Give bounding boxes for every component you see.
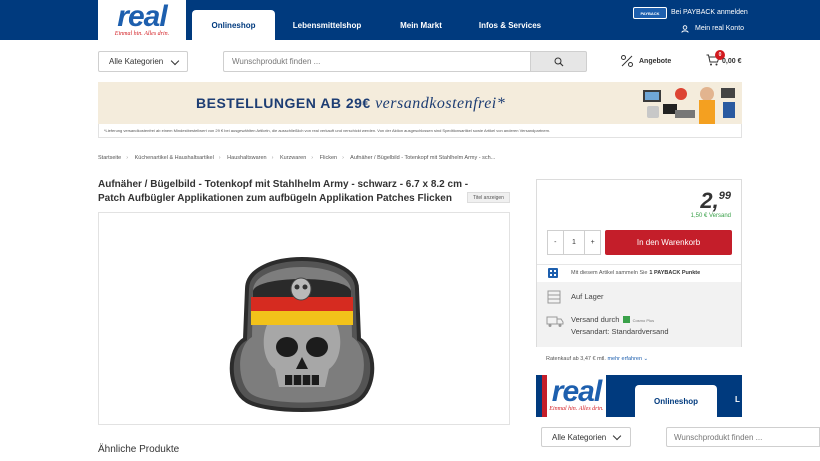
shipping-cost: 1,50 € Versand: [690, 213, 731, 219]
chevron-right-icon: ›: [218, 155, 221, 161]
seller-logo-text[interactable]: Cosmo Plus: [633, 318, 655, 323]
chevron-down-icon: [170, 56, 180, 66]
search-input[interactable]: Wunschprodukt finden ...: [223, 51, 530, 72]
skull-helmet-patch-image: [229, 257, 375, 412]
search-input-sticky[interactable]: Wunschprodukt finden ...: [666, 427, 820, 447]
shipping-type: Versandart: Standardversand: [571, 327, 669, 336]
truck-icon: [546, 316, 564, 327]
tab-lebensmittelshop[interactable]: Lebensmittelshop: [281, 11, 373, 40]
promo-banner[interactable]: BESTELLUNGEN AB 29€ versandkostenfrei*: [98, 82, 742, 124]
show-title-button[interactable]: Titel anzeigen: [467, 192, 510, 203]
payback-points: 1 PAYBACK Punkte: [649, 270, 701, 276]
chevron-right-icon: ›: [271, 155, 274, 161]
availability-panel: Auf Lager Versand durch Cosmo Plus Versa…: [537, 282, 741, 347]
payback-points-row: Mit diesem Artikel sammeln Sie 1 PAYBACK…: [537, 264, 741, 281]
breadcrumb-current: Aufnäher / Bügelbild - Totenkopf mit Sta…: [350, 155, 496, 161]
chevron-right-icon: ›: [126, 155, 129, 161]
breadcrumb-item[interactable]: Kurzwaren: [280, 155, 306, 161]
qty-input[interactable]: 1: [562, 231, 586, 254]
ad-logo-tagline: Einmal hin. Alles drin.: [549, 406, 604, 412]
tab-onlineshop[interactable]: Onlineshop: [192, 10, 275, 41]
cart-total[interactable]: 0,00 €: [722, 58, 741, 65]
breadcrumb-item[interactable]: Küchenartikel & Haushaltsartikel: [135, 155, 214, 161]
payback-login-link[interactable]: Bei PAYBACK anmelden: [671, 9, 748, 16]
breadcrumb-item[interactable]: Haushaltswaren: [227, 155, 266, 161]
tab-infos-services[interactable]: Infos & Services: [470, 11, 550, 40]
category-select-value: Alle Kategorien: [109, 57, 164, 66]
banner-footnote: *Lieferung versandkostenfrei ab einem Mi…: [98, 124, 742, 138]
price-cents: 99: [718, 190, 731, 202]
payback-logo: PAYBACK: [633, 7, 667, 19]
breadcrumb-item[interactable]: Startseite: [98, 155, 121, 161]
ad-tab-cut: L: [735, 395, 740, 404]
banner-text-main: BESTELLUNGEN AB 29€: [196, 95, 371, 111]
product-title: Aufnäher / Bügelbild - Totenkopf mit Sta…: [98, 179, 469, 204]
ad-real-logo: real Einmal hin. Alles drin.: [542, 375, 606, 417]
banner-text-script: versandkostenfrei*: [375, 95, 506, 112]
percent-icon: [621, 55, 633, 67]
real-logo[interactable]: real Einmal hin. Alles drin.: [98, 0, 186, 42]
ad-banner[interactable]: real Einmal hin. Alles drin. Onlineshop …: [536, 375, 742, 417]
payback-text: Mit diesem Artikel sammeln Sie: [571, 270, 648, 276]
add-to-cart-button[interactable]: In den Warenkorb: [605, 230, 732, 255]
search-icon: [554, 57, 563, 66]
price-main: 2,: [700, 188, 719, 213]
account-link[interactable]: Mein real Konto: [695, 25, 744, 32]
chevron-right-icon: ›: [311, 155, 314, 161]
search-button[interactable]: [530, 51, 587, 72]
logo-tagline: Einmal hin. Alles drin.: [114, 31, 170, 37]
qty-minus-button[interactable]: -: [548, 231, 563, 254]
seller-logo-icon: [623, 316, 631, 323]
shipped-by: Versand durch Cosmo Plus: [571, 315, 654, 324]
shipped-by-label: Versand durch: [571, 315, 620, 324]
similar-products-heading: Ähnliche Produkte: [98, 444, 180, 455]
banner-headline: BESTELLUNGEN AB 29€ versandkostenfrei*: [196, 95, 505, 113]
ad-logo-text: real: [551, 375, 602, 408]
ad-tab-onlineshop: Onlineshop: [635, 385, 717, 417]
chevron-down-icon: ⌄: [643, 356, 649, 362]
category-select[interactable]: Alle Kategorien: [98, 51, 188, 72]
offers-link[interactable]: Angebote: [639, 58, 671, 65]
category-select-sticky[interactable]: Alle Kategorien: [541, 427, 631, 447]
logo-text: real: [117, 0, 167, 33]
installment-link[interactable]: mehr erfahren: [607, 356, 642, 362]
stock-status: Auf Lager: [571, 292, 604, 301]
warehouse-icon: [547, 290, 561, 304]
payback-icon: [548, 268, 558, 278]
installment-text: Ratenkauf ab 3,47 € mtl.: [546, 356, 606, 362]
qty-plus-button[interactable]: +: [585, 231, 600, 254]
quantity-stepper: - 1 +: [547, 230, 601, 255]
chevron-down-icon: [612, 431, 622, 441]
breadcrumb-item[interactable]: Flicken: [320, 155, 337, 161]
price: 2,99: [700, 188, 731, 214]
product-image-frame[interactable]: [98, 212, 510, 425]
tab-mein-markt[interactable]: Mein Markt: [387, 11, 455, 40]
category-select-sticky-value: Alle Kategorien: [552, 432, 607, 442]
buy-box: 2,99 1,50 € Versand - 1 + In den Warenko…: [536, 179, 742, 347]
breadcrumb: Startseite › Küchenartikel & Haushaltsart…: [98, 155, 495, 161]
banner-products-image: [643, 87, 735, 124]
user-icon: [681, 25, 689, 33]
installment-info: Ratenkauf ab 3,47 € mtl. mehr erfahren ⌄: [546, 356, 648, 362]
chevron-right-icon: ›: [342, 155, 344, 161]
